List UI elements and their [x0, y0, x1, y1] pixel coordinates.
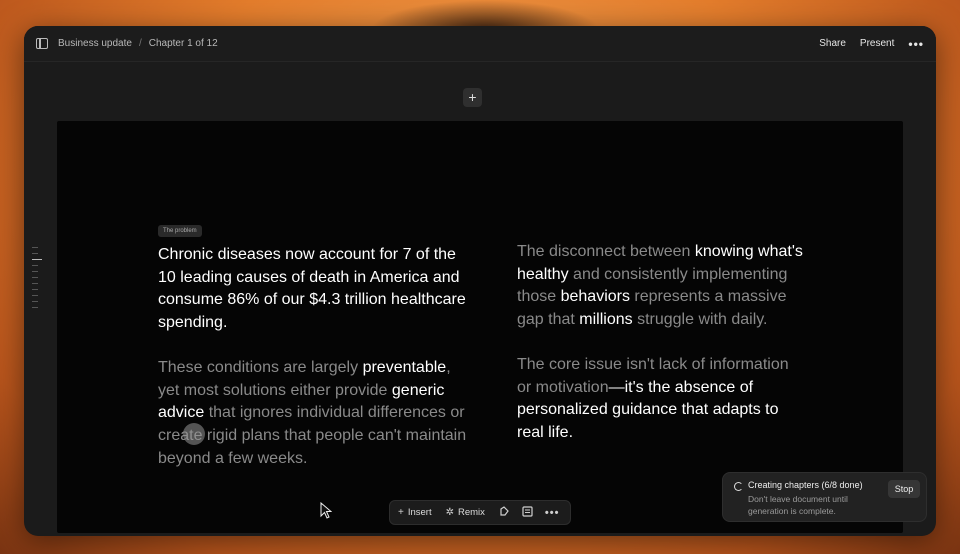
layout-icon: [522, 505, 533, 517]
breadcrumb-chapter[interactable]: Chapter 1 of 12: [149, 38, 218, 49]
left-paragraph-2: These conditions are largely preventable…: [158, 357, 476, 471]
insert-button[interactable]: + Insert: [398, 507, 432, 518]
nav-tick[interactable]: [32, 247, 38, 248]
text-run: These conditions are largely: [158, 358, 363, 376]
breadcrumb-document[interactable]: Business update: [58, 38, 132, 49]
nav-tick[interactable]: [32, 271, 38, 272]
app-window: Business update / Chapter 1 of 12 Share …: [24, 26, 936, 536]
sidebar-toggle-icon[interactable]: [36, 38, 48, 49]
right-paragraph-2: The core issue isn't lack of information…: [517, 354, 807, 445]
nav-tick[interactable]: [32, 289, 38, 290]
nav-tick[interactable]: [32, 295, 38, 296]
bottom-toolbar: + Insert ✲ Remix •••: [389, 500, 571, 525]
toast-title: Creating chapters (6/8 done): [748, 480, 863, 490]
left-paragraph-1: Chronic diseases now account for 7 of th…: [158, 246, 466, 332]
nav-tick[interactable]: [32, 277, 38, 278]
nav-tick[interactable]: [32, 301, 38, 302]
stop-button[interactable]: Stop: [888, 480, 920, 498]
nav-tick[interactable]: [32, 283, 38, 284]
right-paragraph-1: The disconnect between knowing what's he…: [517, 241, 807, 332]
toast-message: Don't leave document until generation is…: [748, 494, 848, 516]
insert-label: Insert: [407, 507, 432, 518]
generation-toast: Creating chapters (6/8 done) Don't leave…: [722, 472, 927, 522]
nav-tick-active[interactable]: [32, 259, 42, 260]
breadcrumb-separator: /: [138, 38, 142, 49]
toolbar-more-icon[interactable]: •••: [545, 507, 560, 519]
top-bar: Business update / Chapter 1 of 12 Share …: [24, 26, 936, 62]
remix-label: Remix: [458, 507, 485, 518]
plus-icon: +: [398, 507, 404, 518]
share-button[interactable]: Share: [819, 38, 846, 49]
cursor-highlight: [183, 423, 205, 445]
remix-icon: ✲: [445, 507, 454, 518]
text-run: struggle with daily.: [632, 311, 768, 329]
text-run: The disconnect between: [517, 243, 695, 260]
present-button[interactable]: Present: [860, 38, 894, 49]
text-run: preventable: [362, 358, 447, 376]
left-column: Chronic diseases now account for 7 of th…: [158, 244, 476, 492]
chapter-navigator[interactable]: [32, 247, 42, 313]
paint-icon: [500, 505, 509, 516]
theme-button[interactable]: [499, 505, 510, 520]
nav-tick[interactable]: [32, 265, 38, 266]
text-run: behaviors: [560, 288, 630, 306]
spinner-icon: [734, 482, 743, 491]
mouse-pointer-icon: [320, 502, 332, 519]
layout-button[interactable]: [522, 505, 533, 520]
nav-tick[interactable]: [32, 307, 38, 308]
nav-tick[interactable]: [32, 253, 38, 254]
text-run: millions: [579, 311, 633, 329]
more-options-icon[interactable]: •••: [908, 37, 924, 51]
top-actions: Share Present •••: [819, 37, 924, 51]
remix-button[interactable]: ✲ Remix: [446, 507, 485, 518]
add-card-button[interactable]: +: [463, 88, 482, 107]
section-tag: The problem: [158, 225, 202, 237]
right-column: The disconnect between knowing what's he…: [517, 241, 807, 467]
